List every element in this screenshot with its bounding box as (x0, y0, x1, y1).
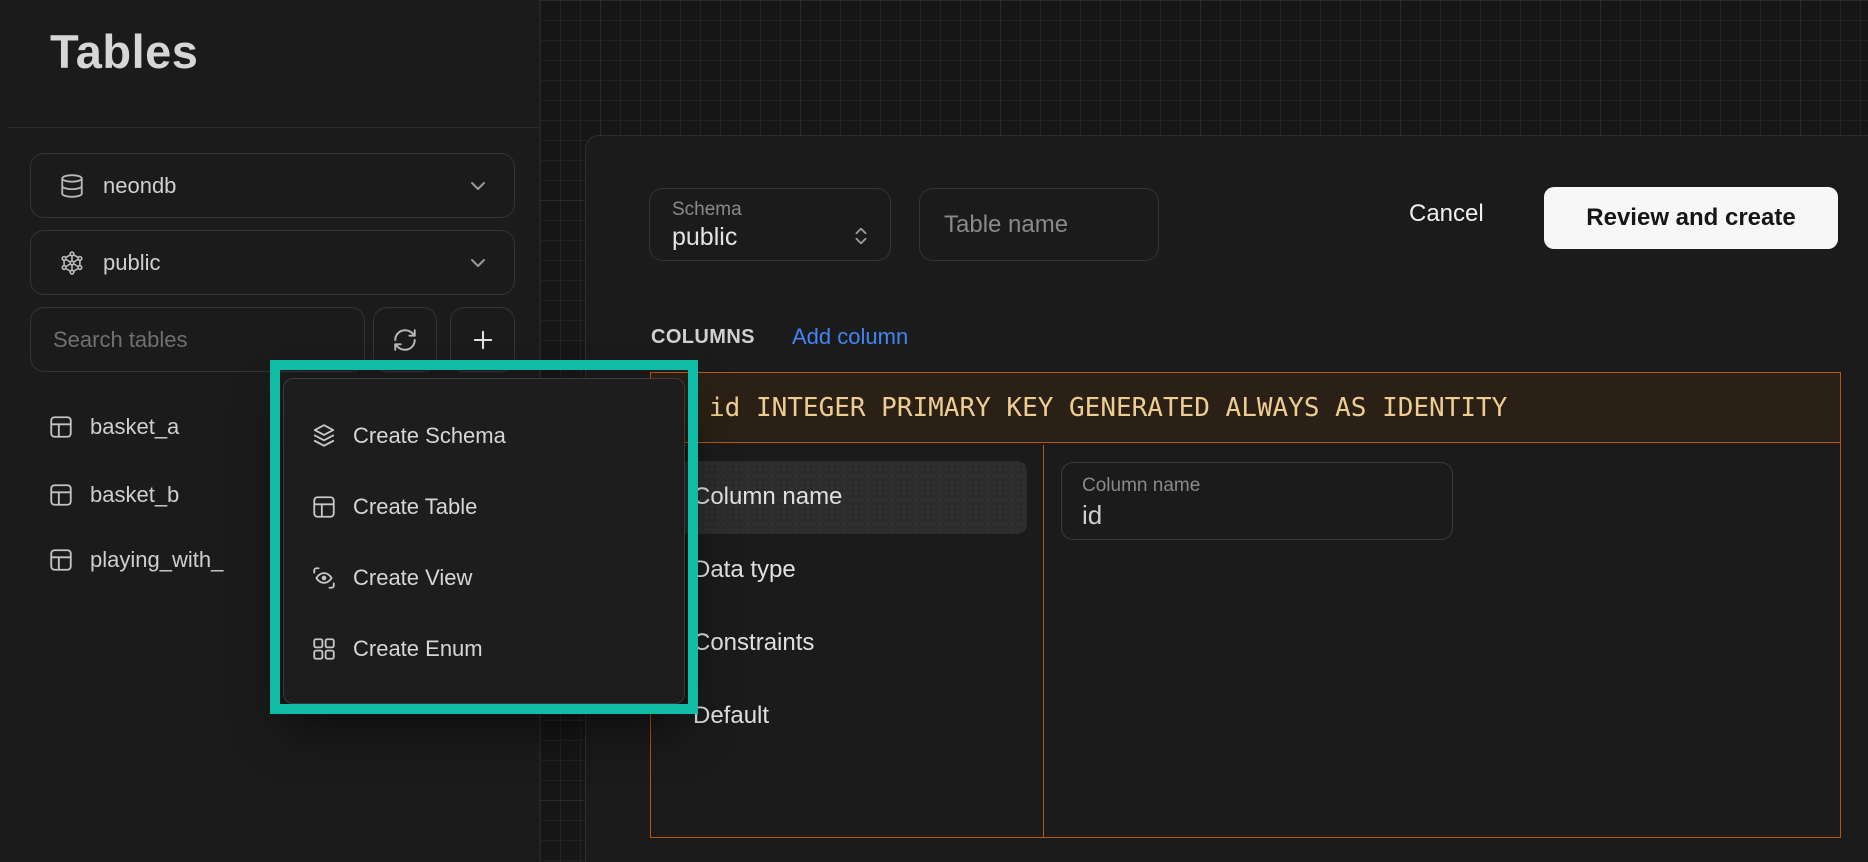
table-icon (48, 414, 74, 440)
column-name-field-value: id (1082, 499, 1452, 531)
menu-item-label: Create Table (353, 494, 477, 520)
column-editor-field-pane: Column name id (1043, 445, 1840, 838)
chevron-down-icon (466, 251, 490, 275)
schema-select-sidebar[interactable]: public (30, 230, 515, 295)
create-dropdown-menu: Create Schema Create Table Create View C… (283, 378, 685, 704)
cancel-button[interactable]: Cancel (1409, 200, 1484, 228)
schema-select[interactable]: Schema public (649, 188, 891, 261)
menu-item-create-table[interactable]: Create Table (284, 471, 684, 542)
review-and-create-button[interactable]: Review and create (1544, 187, 1838, 249)
table-name: basket_b (90, 482, 179, 508)
tab-default[interactable]: Default (667, 680, 1027, 753)
column-name-field-label: Column name (1082, 473, 1452, 499)
schema-select-sidebar-value: public (103, 250, 448, 276)
table-icon (311, 494, 337, 520)
add-table-button[interactable] (450, 307, 515, 372)
chevron-down-icon (466, 174, 490, 198)
view-icon (311, 565, 337, 591)
table-icon (48, 547, 74, 573)
tab-column-name[interactable]: Column name (667, 461, 1027, 534)
table-name-input[interactable] (919, 188, 1159, 261)
database-select-value: neondb (103, 173, 448, 199)
table-name: basket_a (90, 414, 179, 440)
columns-section-heading: COLUMNS (651, 326, 755, 349)
schema-icon (59, 250, 85, 276)
schema-select-value: public (672, 222, 742, 252)
menu-item-create-enum[interactable]: Create Enum (284, 613, 684, 684)
grid-icon (311, 636, 337, 662)
search-input[interactable] (30, 307, 365, 372)
create-table-panel: Schema public Cancel Review and create C… (585, 135, 1868, 862)
column-editor: id INTEGER PRIMARY KEY GENERATED ALWAYS … (650, 372, 1841, 838)
tab-constraints[interactable]: Constraints (667, 607, 1027, 680)
chevrons-up-down-icon (850, 212, 872, 260)
schema-select-label: Schema (672, 198, 742, 222)
menu-item-create-view[interactable]: Create View (284, 542, 684, 613)
add-column-link[interactable]: Add column (792, 324, 908, 350)
tab-data-type[interactable]: Data type (667, 534, 1027, 607)
refresh-icon (392, 327, 418, 353)
menu-item-label: Create Schema (353, 423, 506, 449)
column-sql-preview: id INTEGER PRIMARY KEY GENERATED ALWAYS … (709, 393, 1507, 423)
refresh-button[interactable] (373, 307, 437, 372)
column-editor-body: Column name Data type Constraints Defaul… (651, 445, 1840, 838)
menu-item-create-schema[interactable]: Create Schema (284, 400, 684, 471)
database-icon (59, 173, 85, 199)
table-icon (48, 482, 74, 508)
layers-icon (311, 423, 337, 449)
table-name: playing_with_ (90, 547, 223, 573)
sidebar-divider (8, 127, 540, 128)
menu-item-label: Create View (353, 565, 472, 591)
page-title: Tables (50, 24, 198, 79)
menu-item-label: Create Enum (353, 636, 483, 662)
column-sql-row[interactable]: id INTEGER PRIMARY KEY GENERATED ALWAYS … (651, 373, 1840, 443)
plus-icon (469, 326, 497, 354)
column-editor-tabs: Column name Data type Constraints Defaul… (651, 445, 1043, 838)
database-select[interactable]: neondb (30, 153, 515, 218)
column-name-field[interactable]: Column name id (1061, 462, 1453, 540)
